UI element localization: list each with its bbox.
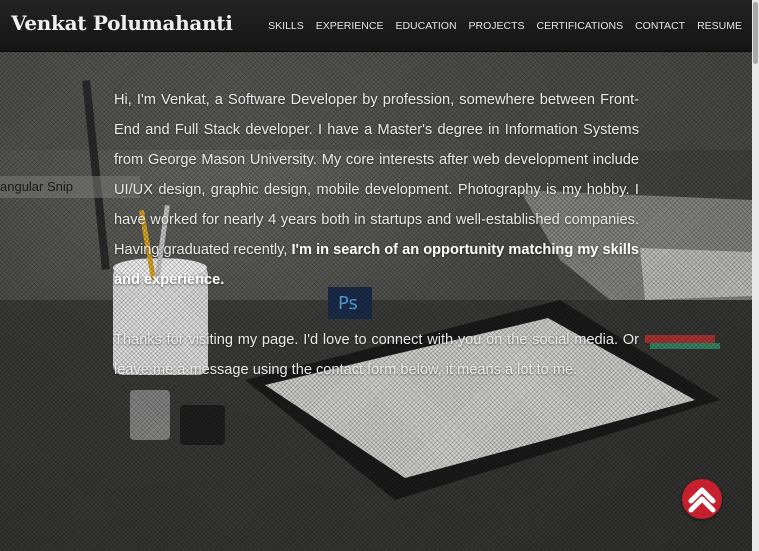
back-to-top-button[interactable] — [682, 479, 722, 519]
nav-menu: SKILLS EXPERIENCE EDUCATION PROJECTS CER… — [268, 20, 742, 32]
scrollbar-thumb[interactable] — [753, 2, 758, 64]
intro-text: Hi, I'm Venkat, a Software Developer by … — [114, 92, 639, 258]
thanks-paragraph: Thanks for visiting my page. I'd love to… — [114, 332, 639, 378]
chevron-up-icon — [688, 487, 716, 513]
brand-logo[interactable]: Venkat Polumahanti — [11, 11, 233, 35]
nav-certifications[interactable]: CERTIFICATIONS — [537, 20, 624, 32]
top-navbar: Venkat Polumahanti SKILLS EXPERIENCE EDU… — [0, 0, 752, 52]
nav-contact[interactable]: CONTACT — [635, 20, 685, 32]
page-scrollbar[interactable] — [752, 0, 759, 551]
nav-experience[interactable]: EXPERIENCE — [316, 20, 384, 32]
nav-skills[interactable]: SKILLS — [268, 20, 304, 32]
about-section: Hi, I'm Venkat, a Software Developer by … — [114, 85, 639, 385]
nav-projects[interactable]: PROJECTS — [469, 20, 525, 32]
nav-education[interactable]: EDUCATION — [395, 20, 456, 32]
nav-resume[interactable]: RESUME — [697, 20, 742, 32]
intro-paragraph: Hi, I'm Venkat, a Software Developer by … — [114, 85, 639, 295]
